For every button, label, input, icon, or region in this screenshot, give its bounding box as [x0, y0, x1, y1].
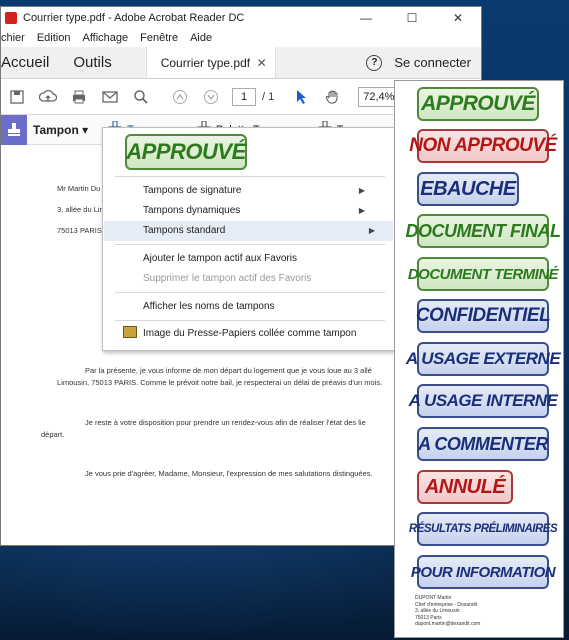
menu-bar: chier Edition Affichage Fenêtre Aide — [1, 29, 481, 47]
submenu-arrow-icon: ▶ — [358, 206, 365, 215]
menu-fichier[interactable]: chier — [1, 32, 25, 44]
minimize-button[interactable]: — — [343, 11, 389, 25]
menu-item-add-favorite[interactable]: Ajouter le tampon actif aux Favoris — [143, 249, 383, 269]
author-email: dupont.martin@dexandit.com — [415, 621, 481, 627]
menu-separator — [115, 176, 385, 177]
paragraph-2-line-2: départ. — [41, 430, 65, 439]
close-tab-icon[interactable]: ✕ — [257, 56, 267, 70]
menu-item-dynamic-stamps[interactable]: Tampons dynamiques ▶ — [143, 201, 383, 221]
recipient-city: 75013 PARIS — [57, 226, 102, 235]
menu-item-label: Ajouter le tampon actif aux Favoris — [143, 253, 297, 264]
menu-separator — [115, 292, 385, 293]
stamp-usage-interne[interactable]: A USAGE INTERNE — [409, 384, 558, 418]
stamp-approuve[interactable]: APPROUVÉ — [417, 87, 539, 121]
tab-outils[interactable]: Outils — [61, 47, 123, 78]
stamp-resultats-preliminaires[interactable]: RÉSULTATS PRÉLIMINAIRES — [409, 512, 558, 546]
print-icon[interactable] — [63, 83, 94, 111]
menu-item-remove-favorite: Supprimer le tampon actif des Favoris — [143, 269, 383, 289]
select-cursor-icon[interactable] — [286, 83, 317, 111]
menu-edition[interactable]: Edition — [37, 32, 71, 44]
menu-affichage[interactable]: Affichage — [82, 32, 128, 44]
menu-aide[interactable]: Aide — [190, 32, 212, 44]
page-number-input[interactable]: 1 — [232, 87, 256, 106]
menu-item-label: Tampons standard — [143, 225, 226, 236]
menu-item-show-names[interactable]: Afficher les noms de tampons — [143, 297, 383, 317]
window-title: Courrier type.pdf - Adobe Acrobat Reader… — [23, 12, 245, 24]
title-bar: Courrier type.pdf - Adobe Acrobat Reader… — [1, 7, 481, 29]
menu-item-label: Supprimer le tampon actif des Favoris — [143, 273, 312, 284]
menu-item-label: Tampons dynamiques — [143, 205, 241, 216]
signin-link[interactable]: Se connecter — [394, 55, 471, 70]
preview-stamp-approuve[interactable]: APPROUVÉ — [125, 134, 247, 170]
tab-accueil[interactable]: Accueil — [1, 47, 61, 78]
stamp-tool-icon[interactable] — [1, 114, 27, 145]
stamp-non-approuve[interactable]: NON APPROUVÉ — [409, 129, 557, 163]
recipient-name: Mr Martin Du — [57, 184, 101, 193]
stamp-usage-externe[interactable]: A USAGE EXTERNE — [406, 342, 561, 376]
search-icon[interactable] — [125, 83, 156, 111]
close-window-button[interactable]: ✕ — [435, 11, 481, 25]
tampon-tool-text: Tampon — [33, 122, 79, 137]
tab-document[interactable]: Courrier type.pdf ✕ — [145, 47, 276, 78]
prev-page-icon[interactable] — [164, 83, 195, 111]
page-total: / 1 — [262, 90, 275, 103]
hand-tool-icon[interactable] — [317, 83, 348, 111]
stamp-document-termine[interactable]: DOCUMENT TERMINÉ — [408, 257, 559, 291]
save-icon[interactable] — [1, 83, 32, 111]
submenu-arrow-icon: ▶ — [368, 226, 375, 235]
menu-item-clipboard-stamp[interactable]: Image du Presse-Papiers collée comme tam… — [143, 324, 383, 344]
menu-item-label: Image du Presse-Papiers collée comme tam… — [143, 328, 357, 339]
tampon-tool-label[interactable]: Tampon ▾ — [33, 123, 88, 137]
help-icon[interactable]: ? — [366, 54, 383, 71]
stamp-dropdown-menu: APPROUVÉ Tampons de signature ▶ Tampons d… — [102, 127, 395, 351]
acrobat-app-icon — [5, 12, 17, 24]
menu-item-signature-stamps[interactable]: Tampons de signature ▶ — [143, 181, 383, 201]
email-icon[interactable] — [94, 83, 125, 111]
submenu-arrow-icon: ▶ — [358, 186, 365, 195]
menu-item-label: Afficher les noms de tampons — [143, 301, 275, 312]
menu-fenetre[interactable]: Fenêtre — [140, 32, 178, 44]
stamp-ebauche[interactable]: EBAUCHE — [417, 172, 519, 206]
menu-separator — [115, 320, 385, 321]
menu-item-label: Tampons de signature — [143, 185, 242, 196]
upload-cloud-icon[interactable] — [32, 83, 63, 111]
stamp-palette-panel: APPROUVÉ NON APPROUVÉ EBAUCHE DOCUMENT F… — [394, 80, 564, 638]
stamp-confidentiel[interactable]: CONFIDENTIEL — [416, 299, 551, 333]
stamp-a-commenter[interactable]: A COMMENTER — [417, 427, 549, 461]
stamp-pour-information[interactable]: POUR INFORMATION — [411, 555, 556, 589]
stamp-document-final[interactable]: DOCUMENT FINAL — [406, 214, 561, 248]
stamp-annule[interactable]: ANNULÉ — [417, 470, 513, 504]
next-page-icon[interactable] — [195, 83, 226, 111]
stamp-preview: APPROUVÉ — [125, 134, 247, 170]
stamp-author-info: DUPONT Martin Chef d'entreprise - Dosand… — [415, 595, 480, 628]
maximize-button[interactable]: ☐ — [389, 11, 435, 25]
tabs-bar: Accueil Outils Courrier type.pdf ✕ ? Se … — [1, 47, 481, 79]
document-tab-label: Courrier type.pdf — [160, 55, 251, 70]
menu-separator — [115, 244, 385, 245]
clipboard-icon — [123, 326, 137, 338]
menu-item-standard-stamps[interactable]: Tampons standard ▶ — [104, 221, 393, 241]
recipient-street: 3, allée du Lim — [57, 205, 106, 214]
